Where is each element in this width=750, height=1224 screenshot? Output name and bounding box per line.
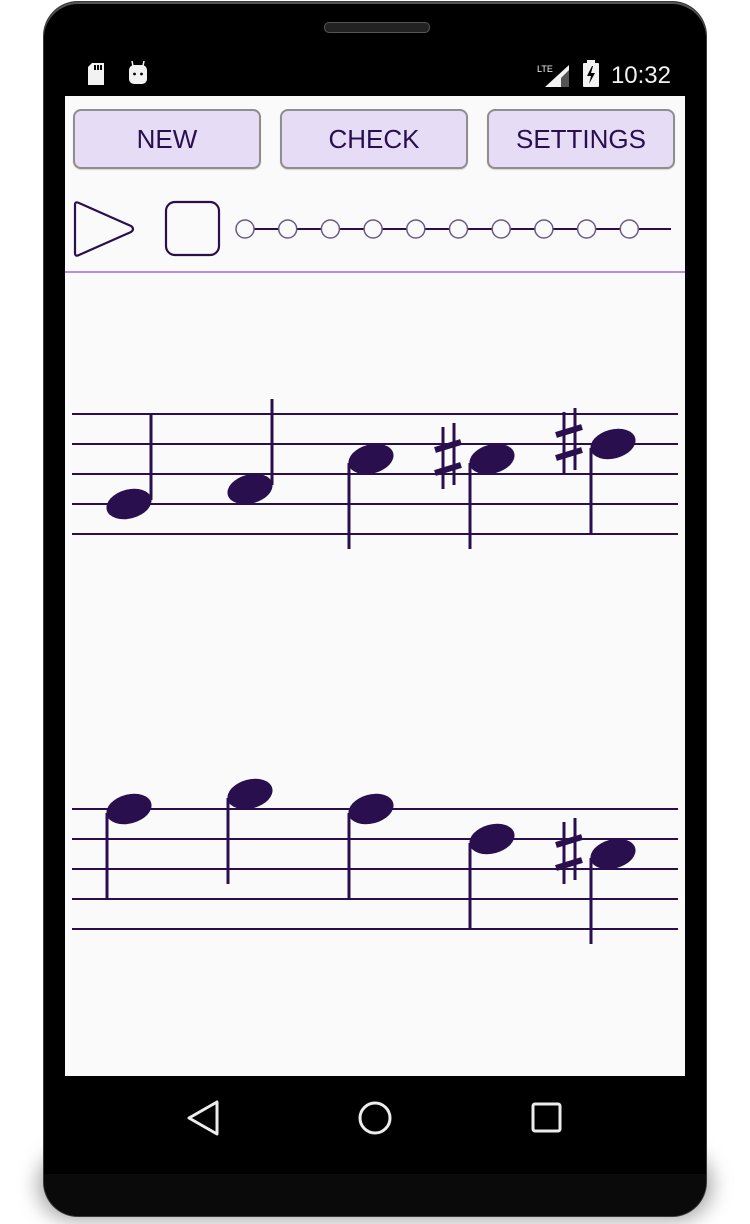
note-C5 <box>347 443 394 549</box>
note-C-sharp5 <box>555 818 636 944</box>
phone-frame: LTE 10:32 NEW CHECK SETTINGS <box>44 2 706 1216</box>
note-head <box>227 778 273 810</box>
note-head <box>227 473 273 505</box>
note-head <box>106 488 152 520</box>
note-D-sharp5 <box>555 408 636 534</box>
staff-1 <box>72 399 678 549</box>
note-F5 <box>347 793 394 899</box>
music-notation <box>72 399 678 944</box>
navigation-bar <box>65 1076 685 1160</box>
note-D5 <box>468 823 515 929</box>
note-head <box>469 823 515 855</box>
note-head <box>469 443 515 475</box>
note-head <box>590 838 636 870</box>
sharp-icon <box>434 423 462 489</box>
note-C-sharp5 <box>434 423 515 549</box>
home-circle-icon[interactable] <box>350 1096 400 1140</box>
note-G4 <box>106 414 153 520</box>
staff-2 <box>72 778 678 944</box>
sharp-icon <box>555 818 583 884</box>
back-triangle-icon[interactable] <box>178 1096 228 1140</box>
note-G5 <box>226 778 273 884</box>
note-A4 <box>227 399 274 505</box>
note-F5 <box>105 793 152 899</box>
note-head <box>590 428 636 460</box>
sharp-icon <box>555 408 583 474</box>
note-head <box>348 793 394 825</box>
note-head <box>106 793 152 825</box>
recents-square-icon[interactable] <box>522 1096 572 1140</box>
note-head <box>348 443 394 475</box>
